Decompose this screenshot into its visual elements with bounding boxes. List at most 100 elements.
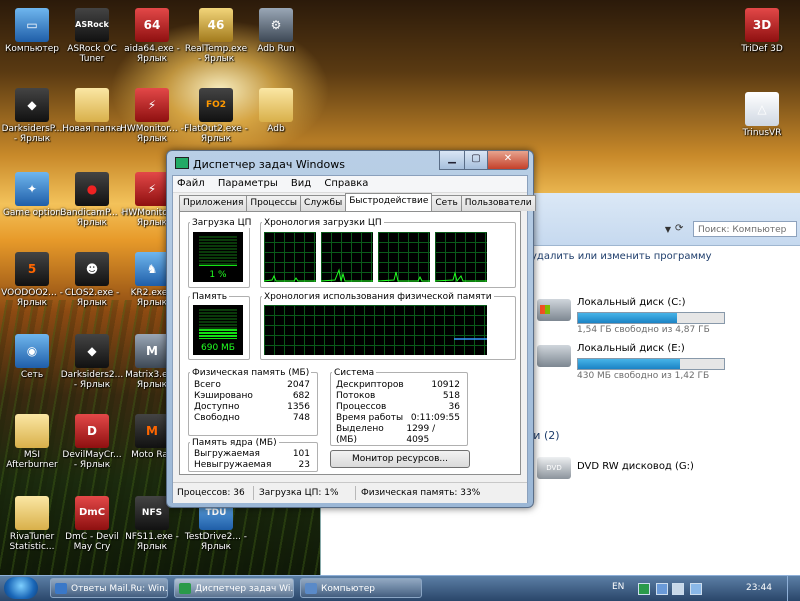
language-indicator[interactable]: EN [612, 582, 624, 592]
desktop-icon-computer[interactable]: ▭ Компьютер [0, 8, 64, 54]
task-manager-icon [175, 157, 189, 169]
desktop-icon-network[interactable]: ◉ Сеть [0, 334, 64, 380]
uninstall-program-command[interactable]: удалить или изменить программу [531, 251, 712, 262]
desktop-icon-new-folder[interactable]: Новая папка [60, 88, 124, 134]
drive-usage-bar [577, 358, 725, 370]
realtemp-icon: 46 [199, 8, 233, 42]
tab-users[interactable]: Пользователи [460, 195, 536, 211]
dmc-icon: DmC [75, 496, 109, 530]
stat-row: Всего 2047 [194, 380, 310, 390]
menu-help[interactable]: Справка [324, 178, 368, 189]
search-input[interactable]: Поиск: Компьютер [693, 221, 797, 237]
status-bar: Процессов: 36 Загрузка ЦП: 1% Физическая… [173, 482, 527, 503]
dvd-drive-icon: DVD [537, 457, 571, 479]
minimize-button[interactable]: ▁ [439, 151, 465, 170]
maximize-button[interactable]: ▢ [464, 151, 488, 170]
desktop-icon-msi-afterburner[interactable]: MSI Afterburner [0, 414, 64, 470]
desktop-icon-asrock[interactable]: ASRock ASRock OC Tuner [60, 8, 124, 64]
desktop-icon-game-option[interactable]: ✦ Game option [0, 172, 64, 218]
task-manager-tray-icon[interactable] [638, 583, 650, 595]
network-tray-icon[interactable] [656, 583, 668, 595]
desktop-icon-flatout2[interactable]: FO2 FlatOut2.exe - Ярлык [184, 88, 248, 144]
hard-drive-icon [537, 299, 571, 321]
memory-value: 690 МБ [201, 343, 235, 353]
desktop-icon-trinusvr[interactable]: △ TrinusVR [730, 92, 794, 138]
start-button[interactable] [4, 577, 38, 599]
desktop-icon-label: DevilMayCr... - Ярлык [62, 450, 122, 470]
stat-row: Время работы 0:11:09:55 [336, 413, 460, 423]
hwmonitor-icon: ⚡ [135, 88, 169, 122]
tab-applications[interactable]: Приложения [179, 195, 248, 211]
show-desktop-button[interactable] [787, 576, 800, 601]
windows-logo-icon [540, 305, 550, 314]
cpu-usage-label: Загрузка ЦП [190, 218, 254, 228]
desktop-icon-adb-run[interactable]: ⚙ Adb Run [244, 8, 308, 54]
menu-file[interactable]: Файл [177, 178, 205, 189]
voodoo-icon: 5 [15, 252, 49, 286]
task-manager-window[interactable]: Диспетчер задач Windows ▁ ▢ ✕ Файл Парам… [166, 150, 536, 508]
flag-tray-icon[interactable] [690, 583, 702, 595]
desktop-icon-label: HWMonitor... - Ярлык [120, 124, 184, 144]
desktop-icon-tridef[interactable]: 3D TriDef 3D [730, 8, 794, 54]
desktop-icon-label: RealTemp.exe - Ярлык [184, 44, 248, 64]
trinus-icon: △ [745, 92, 779, 126]
desktop-icon-devilmaycry[interactable]: D DevilMayCr... - Ярлык [60, 414, 124, 470]
desktop-icon-voodoo2[interactable]: 5 VOODOO2... - Ярлык [0, 252, 64, 308]
desktop-icon-label: Новая папка [62, 124, 122, 134]
taskbar-button-mail[interactable]: Ответы Mail.Ru: Win... [50, 578, 168, 598]
desktop-icon-rivatuner[interactable]: RivaTuner Statistic... [0, 496, 64, 552]
desktop-icon-bandicam[interactable]: ● BandicamP... - Ярлык [60, 172, 124, 228]
desktop-icon-label: NFS11.exe - Ярлык [125, 532, 179, 552]
volume-tray-icon[interactable] [672, 583, 684, 595]
desktop-icon-label: FlatOut2.exe - Ярлык [184, 124, 248, 144]
menu-view[interactable]: Вид [291, 178, 311, 189]
close-button[interactable]: ✕ [487, 151, 529, 170]
resource-monitor-button[interactable]: Монитор ресурсов... [330, 450, 470, 468]
desktop-icon-label: CLOS2.exe - Ярлык [64, 288, 120, 308]
browser-icon [55, 583, 67, 594]
tab-processes[interactable]: Процессы [246, 195, 302, 211]
clos-icon: ☻ [75, 252, 109, 286]
task-manager-body: Файл Параметры Вид Справка Приложения Пр… [172, 175, 536, 503]
desktop-icon-darksiders-p[interactable]: ◆ DarksidersP... - Ярлык [0, 88, 64, 144]
drive-name: Локальный диск (E:) [577, 343, 685, 354]
drive-free-space: 430 МБ свободно из 1,42 ГБ [577, 371, 710, 381]
desktop-icon-aida64[interactable]: 64 aida64.exe - Ярлык [120, 8, 184, 64]
tab-services[interactable]: Службы [300, 195, 347, 211]
tab-strip: Приложения Процессы Службы Быстродействи… [179, 193, 536, 211]
matrix-icon: M [135, 334, 169, 368]
memory-label: Память [190, 292, 230, 302]
nfs-icon: NFS [135, 496, 169, 530]
moto-racer-icon: M [135, 414, 169, 448]
desktop-icon-label: ASRock OC Tuner [67, 44, 117, 64]
cpu-history-label: Хронология загрузки ЦП [262, 218, 384, 228]
chevron-down-icon[interactable]: ▼ [665, 225, 671, 234]
window-title: Диспетчер задач Windows [175, 157, 345, 171]
tab-network[interactable]: Сеть [431, 195, 462, 211]
task-manager-icon [179, 583, 191, 594]
refresh-icon[interactable]: ⟳ [675, 221, 689, 237]
folder-icon [15, 496, 49, 530]
desktop-icon-realtemp[interactable]: 46 RealTemp.exe - Ярлык [184, 8, 248, 64]
tab-performance[interactable]: Быстродействие [345, 193, 433, 211]
desktop-icon-label: RivaTuner Statistic... [9, 532, 55, 552]
dmc-icon: D [75, 414, 109, 448]
taskbar: Ответы Mail.Ru: Win... Диспетчер задач W… [0, 575, 800, 601]
stat-row: Процессов 36 [336, 402, 460, 412]
desktop-icon-dmc[interactable]: DmC DmC - Devil May Cry [60, 496, 124, 552]
clock[interactable]: 23:44 [746, 583, 772, 593]
menu-options[interactable]: Параметры [218, 178, 278, 189]
folder-icon [259, 88, 293, 122]
desktop-icon-darksiders2[interactable]: ◆ Darksiders2... - Ярлык [60, 334, 124, 390]
kernel-memory-stats: Выгружаемая 101 Невыгружаемая 23 [194, 449, 310, 471]
darksiders-icon: ◆ [75, 334, 109, 368]
menu-bar: Файл Параметры Вид Справка [173, 176, 527, 193]
desktop-icon-label: Компьютер [5, 44, 59, 54]
bandicam-icon: ● [75, 172, 109, 206]
desktop-icon-label: TriDef 3D [741, 44, 783, 54]
taskbar-button-task-manager[interactable]: Диспетчер задач Wi... [174, 578, 294, 598]
taskbar-button-computer[interactable]: Компьютер [300, 578, 422, 598]
desktop-icon-hwmonitor[interactable]: ⚡ HWMonitor... - Ярлык [120, 88, 184, 144]
desktop-icon-adb[interactable]: Adb [244, 88, 308, 134]
desktop-icon-clos2[interactable]: ☻ CLOS2.exe - Ярлык [60, 252, 124, 308]
